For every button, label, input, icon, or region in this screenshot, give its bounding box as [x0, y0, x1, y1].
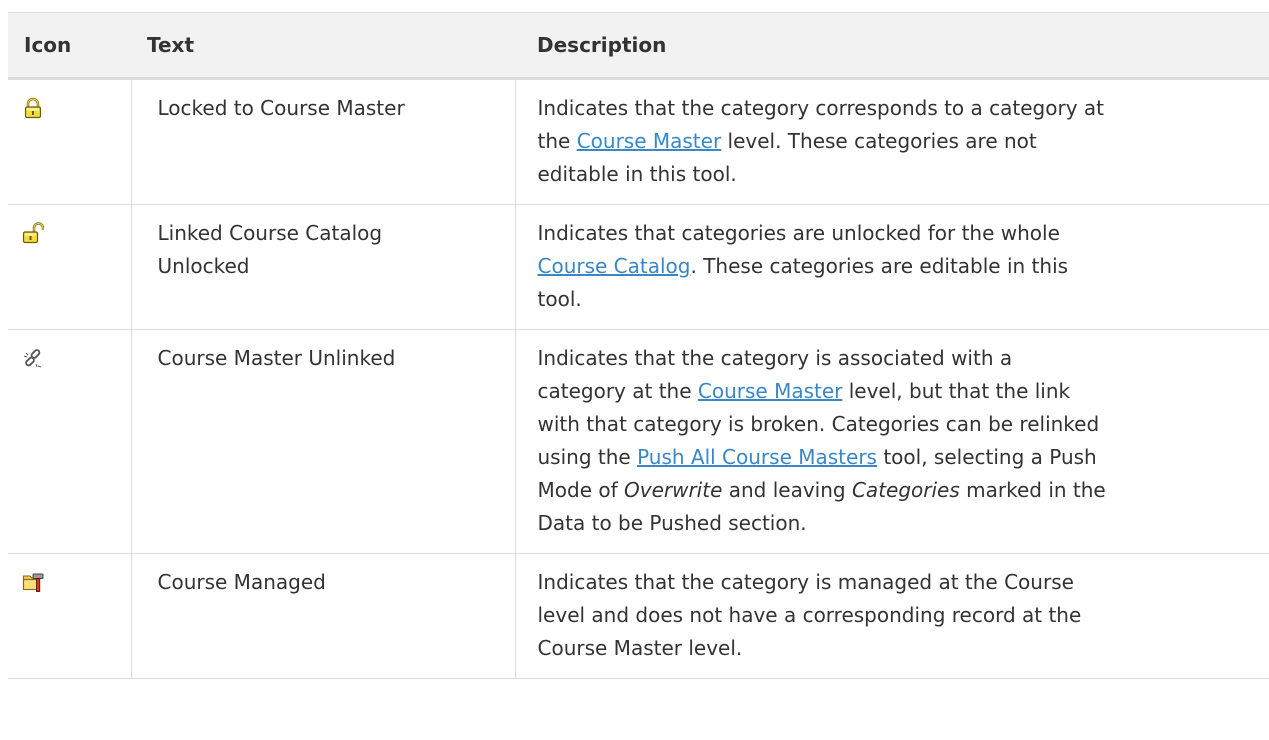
- description-line: editable in this tool.: [537, 162, 737, 186]
- description-line: Indicates that categories are unlocked f…: [537, 221, 1060, 245]
- overwrite-emphasis: Overwrite: [623, 478, 723, 502]
- row-icon-cell: [8, 78, 132, 205]
- description-text: . These categories are editable in this: [690, 254, 1069, 278]
- icon-reference-table: Icon Text Description Locked to Course M…: [8, 12, 1269, 679]
- description-text: marked in the: [959, 478, 1106, 502]
- categories-emphasis: Categories: [851, 478, 960, 502]
- description-text: level. These categories are not: [721, 129, 1037, 153]
- description-line: category at the Course Master level, but…: [538, 375, 1269, 408]
- description-line: level and does not have a corresponding …: [537, 603, 1082, 627]
- description-line: Indicates that the category is associate…: [537, 346, 1013, 370]
- description-line: Course Master level.: [537, 636, 743, 660]
- table-header: Icon Text Description: [8, 12, 1269, 80]
- row-text-line: Linked Course Catalog: [157, 221, 383, 245]
- table-row: Linked Course Catalog Unlocked Indicates…: [8, 204, 1269, 330]
- header-icon: Icon: [8, 12, 131, 80]
- row-description-cell: Indicates that the category is managed a…: [515, 553, 1269, 679]
- table-header-row: Icon Text Description: [8, 12, 1269, 80]
- course-master-link[interactable]: Course Master: [698, 379, 842, 403]
- row-icon-cell: [8, 204, 132, 330]
- row-icon-cell: [8, 553, 132, 679]
- description-text: category at the: [537, 379, 698, 403]
- broken-link-icon: [22, 347, 44, 369]
- row-icon-cell: [8, 329, 132, 554]
- description-text: tool, selecting a Push: [876, 445, 1097, 469]
- icon-reference-table-wrapper: Icon Text Description Locked to Course M…: [8, 12, 1269, 679]
- row-description-cell: Indicates that the category is associate…: [515, 329, 1269, 554]
- row-text-cell: Course Managed: [131, 553, 516, 679]
- description-line: tool.: [537, 287, 582, 311]
- unlocked-padlock-icon: [22, 222, 44, 244]
- description-text: and leaving: [722, 478, 852, 502]
- description-text: using the: [537, 445, 638, 469]
- course-catalog-link[interactable]: Course Catalog: [538, 254, 691, 278]
- description-text: level, but that the link: [842, 379, 1071, 403]
- description-text: the: [537, 129, 577, 153]
- folder-hammer-icon: [22, 571, 44, 593]
- description-text: Mode of: [537, 478, 624, 502]
- table-body: Locked to Course Master Indicates that t…: [8, 78, 1269, 679]
- table-row: Course Master Unlinked Indicates that th…: [8, 329, 1269, 554]
- row-text-cell: Locked to Course Master: [131, 78, 516, 205]
- table-row: Course Managed Indicates that the catego…: [8, 553, 1269, 679]
- row-text-cell: Linked Course Catalog Unlocked: [131, 204, 516, 330]
- description-line: using the Push All Course Masters tool, …: [538, 441, 1269, 474]
- header-text: Text: [131, 12, 515, 80]
- course-master-link[interactable]: Course Master: [577, 129, 721, 153]
- description-line: Data to be Pushed section.: [537, 511, 807, 535]
- description-line: Course Catalog. These categories are edi…: [538, 250, 1269, 283]
- description-line: Mode of Overwrite and leaving Categories…: [538, 474, 1269, 507]
- row-text-line: Unlocked: [157, 254, 250, 278]
- description-line: the Course Master level. These categorie…: [538, 125, 1269, 158]
- table-row: Locked to Course Master Indicates that t…: [8, 78, 1269, 205]
- locked-padlock-icon: [22, 97, 44, 119]
- row-description-cell: Indicates that categories are unlocked f…: [515, 204, 1269, 330]
- description-line: Indicates that the category is managed a…: [537, 570, 1074, 594]
- description-line: Indicates that the category corresponds …: [537, 96, 1104, 120]
- row-text-cell: Course Master Unlinked: [131, 329, 516, 554]
- push-all-course-masters-link[interactable]: Push All Course Masters: [637, 445, 877, 469]
- row-description-cell: Indicates that the category corresponds …: [515, 78, 1269, 205]
- description-line: with that category is broken. Categories…: [537, 412, 1100, 436]
- header-description: Description: [515, 12, 1269, 80]
